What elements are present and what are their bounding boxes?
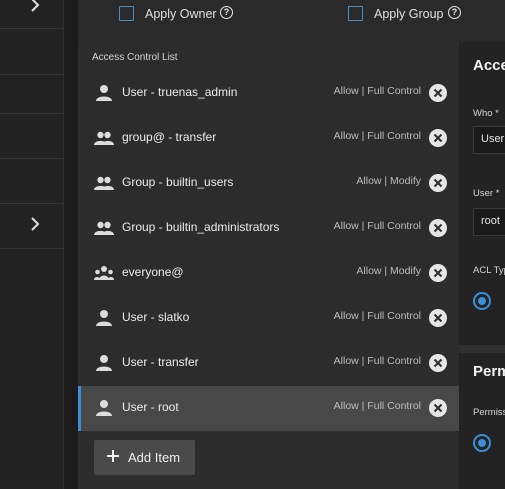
acl-item[interactable]: Group - builtin_administrators Allow | F… <box>78 206 459 251</box>
remove-icon[interactable] <box>429 309 447 327</box>
ace-editor-panel: Acce Who * User User * root ACL Typ Perm… <box>459 41 505 489</box>
apply-group-checkbox[interactable] <box>348 6 363 21</box>
user-label: User * <box>473 188 500 199</box>
remove-icon[interactable] <box>429 399 447 417</box>
chevron-right-icon <box>31 0 40 12</box>
add-item-button[interactable]: Add Item <box>94 440 195 475</box>
gutter <box>64 0 78 489</box>
acl-item-permission: Allow | Full Control <box>333 85 421 97</box>
acl-item-permission: Allow | Full Control <box>333 310 421 322</box>
help-icon[interactable]: ? <box>220 6 233 19</box>
acl-item[interactable]: User - transfer Allow | Full Control <box>78 341 459 386</box>
acl-item[interactable]: group@ - transfer Allow | Full Control <box>78 116 459 161</box>
acl-item-permission: Allow | Full Control <box>333 400 421 412</box>
everyone-icon <box>94 266 114 280</box>
acl-item-name: everyone@ <box>122 265 184 279</box>
apply-group-label: Apply Group <box>374 7 444 21</box>
acl-item-permission: Allow | Full Control <box>333 355 421 367</box>
permissions-radio[interactable] <box>473 434 491 452</box>
remove-icon[interactable] <box>429 219 447 237</box>
acl-item-name: User - transfer <box>122 355 199 369</box>
acl-item[interactable]: Group - builtin_users Allow | Modify <box>78 161 459 206</box>
acl-item[interactable]: User - truenas_admin Allow | Full Contro… <box>78 71 459 116</box>
apply-owner-label: Apply Owner <box>145 7 217 21</box>
acl-title: Access Control List <box>92 52 178 63</box>
remove-icon[interactable] <box>429 174 447 192</box>
remove-icon[interactable] <box>429 129 447 147</box>
acl-item-name: Group - builtin_administrators <box>122 220 280 234</box>
sidebar-item[interactable] <box>0 113 63 159</box>
sidebar-item[interactable] <box>0 203 63 249</box>
group-icon <box>94 221 114 235</box>
who-value: User <box>481 133 505 145</box>
sidebar-item[interactable] <box>0 0 63 29</box>
plus-icon <box>107 450 119 462</box>
help-icon[interactable]: ? <box>448 6 461 19</box>
acl-type-radio[interactable] <box>473 292 491 310</box>
remove-icon[interactable] <box>429 354 447 372</box>
apply-owner-checkbox[interactable] <box>119 6 134 21</box>
editor-heading: Acce <box>473 57 505 74</box>
acl-item-name: group@ - transfer <box>122 130 217 144</box>
group-icon <box>94 131 114 145</box>
acl-item-permission: Allow | Full Control <box>333 130 421 142</box>
acl-item-permission: Allow | Modify <box>356 175 421 187</box>
owner-group-options: Apply Owner ? Apply Group ? <box>78 0 505 41</box>
acl-item-selected[interactable]: User - root Allow | Full Control <box>78 386 459 431</box>
permissions-label: Permiss <box>473 407 505 418</box>
acl-item[interactable]: everyone@ Allow | Modify <box>78 251 459 296</box>
chevron-right-icon <box>31 217 40 231</box>
user-select[interactable]: root <box>473 208 505 236</box>
group-icon <box>94 176 114 190</box>
acl-item-name: User - truenas_admin <box>122 85 238 99</box>
acl-item-name: Group - builtin_users <box>122 175 234 189</box>
acl-type-label: ACL Typ <box>473 265 505 276</box>
sidebar-item[interactable] <box>0 68 63 114</box>
acl-item-permission: Allow | Modify <box>356 265 421 277</box>
selection-indicator <box>78 386 81 431</box>
acl-list: Access Control List User - truenas_admin… <box>78 41 459 489</box>
permissions-heading: Perm <box>473 363 505 380</box>
acl-item-permission: Allow | Full Control <box>333 220 421 232</box>
remove-icon[interactable] <box>429 84 447 102</box>
add-item-label: Add Item <box>128 450 181 465</box>
user-icon <box>96 85 112 101</box>
remove-icon[interactable] <box>429 264 447 282</box>
user-value: root <box>481 215 500 227</box>
acl-item-name: User - slatko <box>122 310 190 324</box>
acl-item[interactable]: User - slatko Allow | Full Control <box>78 296 459 341</box>
who-select[interactable]: User <box>473 126 505 154</box>
sidebar <box>0 0 64 489</box>
user-icon <box>96 310 112 326</box>
sidebar-item[interactable] <box>0 158 63 204</box>
user-icon <box>96 355 112 371</box>
who-label: Who * <box>473 108 499 119</box>
section-divider <box>459 345 505 353</box>
acl-item-name: User - root <box>122 400 179 414</box>
user-icon <box>96 400 112 416</box>
